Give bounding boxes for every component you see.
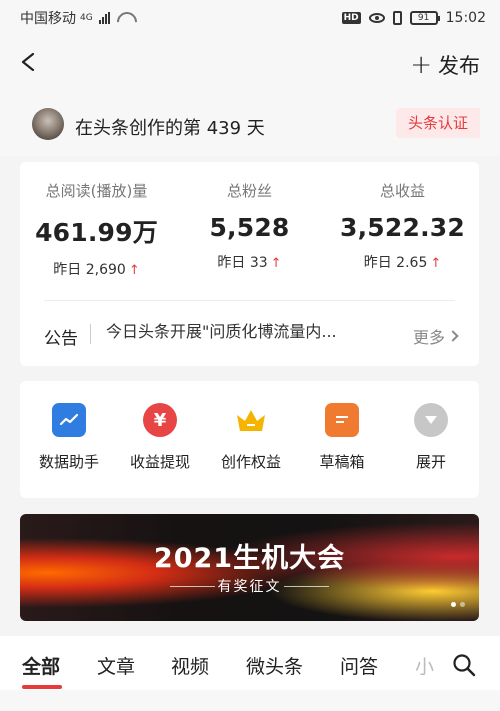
tool-income-withdraw[interactable]: ¥ 收益提现 xyxy=(114,403,206,472)
divider xyxy=(44,300,455,301)
draft-icon xyxy=(325,403,359,437)
search-icon[interactable] xyxy=(452,653,476,677)
creator-days-text: 在头条创作的第 439 天 xyxy=(75,118,265,139)
crown-icon xyxy=(234,403,268,437)
tab-qa[interactable]: 问答 xyxy=(340,652,378,679)
notice-more-label: 更多 xyxy=(412,328,445,347)
stat-total-fans[interactable]: 总粉丝 5,528 昨日 33 ↑ xyxy=(173,180,326,272)
hd-badge: HD xyxy=(341,12,361,24)
expand-icon xyxy=(414,403,448,437)
tool-data-assistant[interactable]: 数据助手 xyxy=(23,403,115,472)
carrier-label: 中国移动 xyxy=(20,11,76,27)
status-right: HD 91 15:02 xyxy=(341,10,486,26)
tool-label: 草稿箱 xyxy=(319,453,365,471)
tool-label: 收益提现 xyxy=(129,453,190,471)
banner-title: 2021生机大会 xyxy=(153,543,346,574)
stat-delta: 昨日 2.65 ↑ xyxy=(363,255,442,271)
notice-label: 公告 xyxy=(44,329,78,349)
tool-label: 数据助手 xyxy=(38,453,99,471)
network-label: 4G xyxy=(80,13,93,23)
stat-label: 总粉丝 xyxy=(226,182,272,200)
tool-label: 创作权益 xyxy=(220,453,281,471)
eye-icon xyxy=(368,13,385,23)
stat-value: 461.99万 xyxy=(35,218,158,247)
publish-button[interactable]: + 发布 xyxy=(410,50,480,80)
stat-total-reads[interactable]: 总阅读(播放)量 461.99万 昨日 2,690 ↑ xyxy=(20,180,173,279)
vibrate-icon xyxy=(392,11,402,25)
status-bar: 中国移动 4G HD 91 15:02 xyxy=(0,0,500,36)
verify-tag[interactable]: 头条认证 xyxy=(395,108,480,138)
notice-bar[interactable]: 公告 今日头条开展"问质化博流量内... 更多 xyxy=(44,314,459,354)
chevron-right-icon xyxy=(447,330,459,342)
stat-delta: 昨日 2,690 ↑ xyxy=(53,262,140,278)
avatar[interactable] xyxy=(32,108,64,140)
tool-expand[interactable]: 展开 xyxy=(385,403,477,472)
tab-more-partial[interactable]: 小 xyxy=(415,652,434,679)
back-arrow-icon[interactable] xyxy=(20,53,38,71)
page-header: + 发布 xyxy=(0,36,500,94)
wifi-icon xyxy=(116,12,134,24)
bottom-strip xyxy=(0,690,500,711)
stats-card: 总阅读(播放)量 461.99万 昨日 2,690 ↑ 总粉丝 5,528 昨日 … xyxy=(20,162,479,366)
tools-card: 数据助手 ¥ 收益提现 创作权益 草稿箱 展开 xyxy=(20,381,479,498)
stat-total-income[interactable]: 总收益 3,522.32 昨日 2.65 ↑ xyxy=(326,180,479,272)
stat-label: 总阅读(播放)量 xyxy=(45,182,148,200)
carousel-indicator xyxy=(451,602,465,607)
publish-label: 发布 xyxy=(438,54,480,78)
carousel-dot xyxy=(451,602,456,607)
carousel-dot xyxy=(460,602,465,607)
tool-creator-rights[interactable]: 创作权益 xyxy=(205,403,297,472)
tool-label: 展开 xyxy=(415,453,446,471)
notice-separator xyxy=(90,324,91,344)
chart-icon xyxy=(52,403,86,437)
yuan-icon: ¥ xyxy=(143,403,177,437)
tab-all[interactable]: 全部 xyxy=(22,652,60,679)
clock: 15:02 xyxy=(445,10,486,26)
stat-delta: 昨日 33 ↑ xyxy=(217,255,282,271)
status-left: 中国移动 4G xyxy=(20,8,134,28)
notice-text[interactable]: 今日头条开展"问质化博流量内... xyxy=(106,318,376,344)
creator-row: 在头条创作的第 439 天 头条认证 xyxy=(0,94,500,156)
stat-value: 5,528 xyxy=(209,213,290,242)
notice-more-button[interactable]: 更多 xyxy=(412,324,459,348)
plus-icon: + xyxy=(410,50,432,80)
signal-icon xyxy=(98,12,110,24)
tab-videos[interactable]: 视频 xyxy=(171,652,209,679)
arrow-up-icon: ↑ xyxy=(270,256,282,271)
stat-value: 3,522.32 xyxy=(340,213,465,242)
active-tab-indicator xyxy=(22,685,62,689)
stat-label: 总收益 xyxy=(379,182,425,200)
promo-banner[interactable]: 2021生机大会 有奖征文 xyxy=(20,514,479,621)
arrow-up-icon: ↑ xyxy=(128,263,140,278)
arrow-up-icon: ↑ xyxy=(430,256,442,271)
tool-drafts[interactable]: 草稿箱 xyxy=(296,403,388,472)
tab-articles[interactable]: 文章 xyxy=(97,652,135,679)
battery-icon: 91 xyxy=(409,11,440,25)
banner-line-right xyxy=(284,586,329,587)
banner-subtitle: 有奖征文 xyxy=(217,579,282,595)
tab-micro-posts[interactable]: 微头条 xyxy=(246,652,303,679)
content-tabs: 全部 文章 视频 微头条 问答 小 xyxy=(0,636,500,690)
